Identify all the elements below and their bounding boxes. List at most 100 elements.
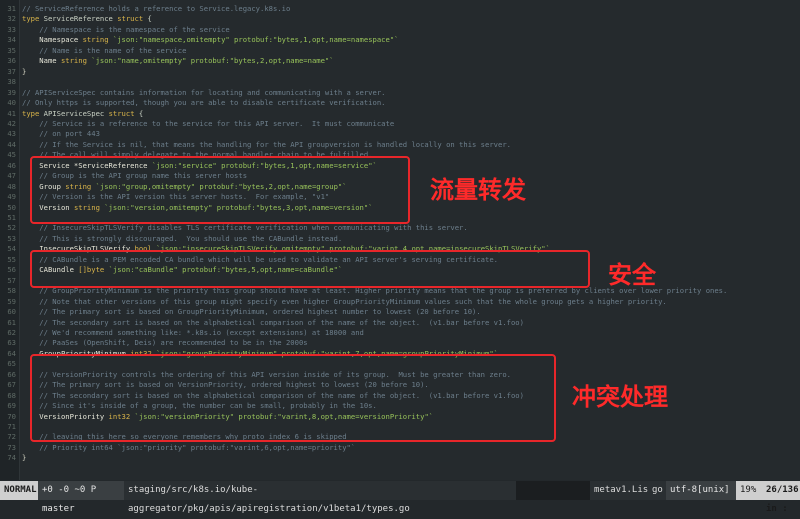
code-line: 35 // Name is the name of the service — [0, 46, 800, 56]
code-text: // The primary sort is based on GroupPri… — [22, 307, 481, 317]
code-text: // PaaSes (OpenShift, Deis) are recommen… — [22, 338, 308, 348]
line-number: 46 — [7, 160, 16, 170]
code-text: // on port 443 — [22, 129, 100, 139]
line-number: 41 — [7, 108, 16, 118]
status-bar: NORMAL +0 -0 ~0 P master staging/src/k8s… — [0, 481, 800, 514]
code-line: 32 type ServiceReference struct { — [0, 14, 800, 24]
annotation-conflict: 冲突处理 — [572, 383, 668, 411]
line-number: 53 — [7, 233, 16, 243]
line-number: 52 — [7, 223, 16, 233]
line-number: 55 — [7, 254, 16, 264]
line-number: 69 — [7, 401, 16, 411]
line-number: 68 — [7, 390, 16, 400]
code-line: 34 Namespace string `json:"namespace,omi… — [0, 35, 800, 45]
line-number: 61 — [7, 317, 16, 327]
code-text: } — [22, 66, 27, 76]
code-editor[interactable]: 31 // ServiceReference holds a reference … — [0, 0, 800, 480]
code-line: 40 // Only https is supported, though you… — [0, 98, 800, 108]
code-line: 38 — [0, 77, 800, 87]
line-number: 71 — [7, 422, 16, 431]
code-line: 73 // Priority int64 `json:"priority" pr… — [0, 443, 800, 453]
code-line: 44 // If the Service is nil, that means … — [0, 140, 800, 150]
file-type: go — [648, 481, 666, 500]
code-text: } — [22, 453, 27, 463]
line-number: 34 — [7, 35, 16, 45]
highlight-box-traffic — [30, 156, 410, 224]
line-number: 73 — [7, 442, 16, 452]
code-line: 52 // InsecureSkipTLSVerify disables TLS… — [0, 223, 800, 233]
current-function: metav1.ListMeta — [590, 481, 675, 500]
line-number: 36 — [7, 56, 16, 66]
line-number: 49 — [7, 192, 16, 202]
code-text: // This is strongly discouraged. You sho… — [22, 233, 343, 243]
code-text: type APIServiceSpec struct { — [22, 108, 144, 118]
annotation-traffic: 流量转发 — [430, 176, 526, 204]
code-text: // InsecureSkipTLSVerify disables TLS ce… — [22, 223, 468, 233]
code-text: Name string `json:"name,omitempty" proto… — [22, 56, 334, 66]
line-number: 37 — [7, 66, 16, 76]
code-text: // The secondary sort is based on the al… — [22, 317, 524, 327]
line-number: 63 — [7, 338, 16, 348]
line-number: 47 — [7, 171, 16, 181]
line-number: 43 — [7, 129, 16, 139]
line-number: 74 — [7, 453, 16, 463]
line-number: 40 — [7, 98, 16, 108]
file-encoding: utf-8[unix] — [666, 481, 736, 500]
code-line: 39 // APIServiceSpec contains information… — [0, 88, 800, 98]
code-line: 74} — [0, 453, 800, 463]
cursor-position: 26/136 in : — [762, 481, 800, 514]
code-text: type ServiceReference struct { — [22, 14, 152, 24]
line-number: 39 — [7, 87, 16, 97]
line-number: 45 — [7, 150, 16, 160]
code-text: // APIServiceSpec contains information f… — [22, 87, 386, 97]
line-number: 50 — [7, 202, 16, 212]
line-number: 56 — [7, 265, 16, 275]
code-text: // Note that other versions of this grou… — [22, 296, 667, 306]
file-path: staging/src/k8s.io/kube-aggregator/pkg/a… — [124, 481, 516, 514]
line-number: 54 — [7, 244, 16, 254]
code-text: // Only https is supported, though you a… — [22, 98, 386, 108]
code-text: // ServiceReference holds a reference to… — [22, 4, 291, 13]
code-line: 61 // The secondary sort is based on the… — [0, 318, 800, 328]
code-text: // We'd recommend something like: *.k8s.… — [22, 327, 364, 337]
code-line: 43 // on port 443 — [0, 129, 800, 139]
code-text: // Service is a reference to the service… — [22, 118, 395, 128]
highlight-box-security — [30, 250, 590, 288]
code-line: 42 // Service is a reference to the serv… — [0, 119, 800, 129]
code-line: 31 // ServiceReference holds a reference … — [0, 4, 800, 14]
line-number: 33 — [7, 24, 16, 34]
line-number: 64 — [7, 348, 16, 358]
line-number: 59 — [7, 296, 16, 306]
code-text: // Priority int64 `json:"priority" proto… — [22, 442, 356, 452]
code-line: 63 // PaaSes (OpenShift, Deis) are recom… — [0, 338, 800, 348]
line-number: 32 — [7, 14, 16, 24]
scroll-percent: 19% — [736, 481, 762, 500]
mode-indicator: NORMAL — [0, 481, 38, 500]
line-number: 62 — [7, 327, 16, 337]
code-line: 60 // The primary sort is based on Group… — [0, 307, 800, 317]
line-number: 65 — [7, 359, 16, 369]
line-number: 58 — [7, 286, 16, 296]
line-number: 44 — [7, 139, 16, 149]
code-text: // If the Service is nil, that means the… — [22, 139, 511, 149]
git-status: +0 -0 ~0 P master — [38, 481, 124, 514]
code-text: // Name is the name of the service — [22, 45, 187, 55]
annotation-security: 安全 — [608, 261, 656, 289]
line-number: 35 — [7, 45, 16, 55]
line-number: 38 — [7, 77, 16, 87]
line-number: 48 — [7, 181, 16, 191]
line-number: 70 — [7, 411, 16, 421]
line-number: 42 — [7, 118, 16, 128]
code-line: 62 // We'd recommend something like: *.k… — [0, 328, 800, 338]
line-number: 67 — [7, 380, 16, 390]
line-number: 51 — [7, 213, 16, 222]
code-line: 37} — [0, 67, 800, 77]
code-line: 53 // This is strongly discouraged. You … — [0, 234, 800, 244]
code-text: // Namespace is the namespace of the ser… — [22, 24, 230, 34]
highlight-box-conflict — [30, 354, 556, 442]
line-number: 66 — [7, 369, 16, 379]
code-line: 33 // Namespace is the namespace of the … — [0, 25, 800, 35]
line-number: 31 — [7, 4, 16, 13]
code-line: 36 Name string `json:"name,omitempty" pr… — [0, 56, 800, 66]
code-text: Namespace string `json:"namespace,omitem… — [22, 35, 399, 45]
